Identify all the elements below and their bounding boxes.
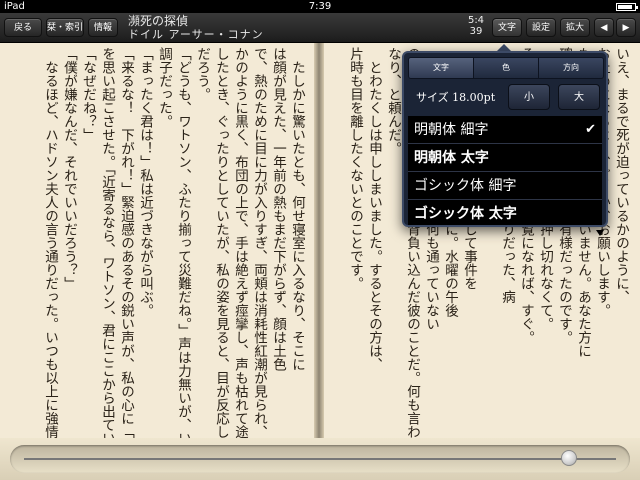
tab-direction[interactable]: 方向 [539,58,603,78]
font-option-label: 明朝体 細字 [414,122,489,138]
text-line: 調子だった。 [156,47,172,128]
prev-page-icon[interactable]: ◀ [594,18,614,37]
battery-fill [618,5,632,9]
bookmark-marker-icon [596,230,604,236]
page-current: 5:4 [467,15,485,26]
text-line: なり、と頼んだ。 [385,47,401,155]
page-slider[interactable] [10,445,630,473]
clock: 7:39 [308,1,332,12]
text-line: 「まったく君は！」私は近づきながら叫ぶ。 [137,47,153,317]
left-page-text: たしかに驚いたとも、何せ寝室に入るなり、そこに は顔が見えた、一年前の熱もまだ下が… [40,47,306,439]
book-title: 瀕死の探偵 [128,14,189,28]
page-total: 39 [469,26,483,37]
text-line: かのように黒く、布団の上で、手は絶えず痙攣し、声も枯れて途切れ途切れだった。私が… [232,47,248,438]
text-settings-popover: 文字 色 方向 サイズ 18.00pt 小 大 明朝体 細字 ✔ 明朝体 太字 … [402,51,608,227]
battery-icon [616,3,638,11]
text-line: 片時も目を離したくないとのことです。 [347,47,363,290]
text-line: したとき、ぐったりとしていたが、私の姿を見ると、目が反応したので、気づいていたの [213,47,229,438]
font-larger-button[interactable]: 大 [558,84,600,110]
back-button[interactable]: 戻る [4,18,42,37]
info-button[interactable]: 情報 [88,18,118,37]
zoom-button[interactable]: 拡大 [560,18,590,37]
left-page[interactable]: たしかに驚いたとも、何せ寝室に入るなり、そこに は顔が見えた、一年前の熱もまだ下が… [0,43,316,438]
text-line: を思い起こさせた。「近寄るなら、ワトソン、君にここから出ていってもらう。」 [99,47,115,438]
text-line: 「僕が嫌なんだ、それでいいだろう？」 [61,47,77,290]
font-option-mincho-light[interactable]: 明朝体 細字 ✔ [408,116,602,144]
text-line: 「来るな！ 下がれ！」緊迫感のあるその鋭い声が、私の心に「危篤」の二文字 [118,47,134,438]
text-line: たしかに驚いたとも、何せ寝室に入るなり、そこに [289,47,305,372]
slider-line [24,458,616,460]
page-slider-bar [0,438,640,480]
settings-button[interactable]: 設定 [526,18,556,37]
font-list: 明朝体 細字 ✔ 明朝体 太字 ゴシック体 細字 ゴシック体 太字 [408,116,602,225]
text-line: で、熱のために目に力が入りすぎ、両頬は消耗性紅潮が見られ、唇は変色した [251,47,267,438]
popover-tabs: 文字 色 方向 [408,57,604,79]
page-indicator: 5:4 39 [462,15,490,37]
text-line: は顔が見えた、一年前の熱もまだ下がらず、顔は土色 [270,47,286,371]
text-line: だろう。 [194,47,210,101]
checkmark-icon: ✔ [585,122,596,137]
book-author: ドイル アーサー・コナン [128,28,264,41]
text-line: とわたくしは申ししまいました。するとその方は、 [366,47,382,372]
next-page-icon[interactable]: ▶ [616,18,636,37]
text-line: 「なぜだね？」 [80,47,96,142]
font-option-mincho-bold[interactable]: 明朝体 太字 [408,144,602,172]
font-option-label: 明朝体 太字 [414,150,489,166]
font-option-gothic-light[interactable]: ゴシック体 細字 [408,172,602,200]
font-size-label: サイズ 18.00pt [416,91,496,104]
text-line: なるほど、ハドソン夫人の言う通りだった。いつも以上に強情だ。とはいえ、 [42,47,58,439]
reader-toolbar: 戻る 栞・索引 情報 瀕死の探偵 ドイル アーサー・コナン 5:4 39 文字 … [0,13,640,43]
bookmarks-index-button[interactable]: 栞・索引 [46,18,84,37]
font-option-label: ゴシック体 細字 [414,178,517,194]
font-option-label: ゴシック体 太字 [414,206,517,222]
font-smaller-button[interactable]: 小 [508,84,550,110]
tab-color[interactable]: 色 [474,58,539,78]
tab-text[interactable]: 文字 [409,58,474,78]
text-line: いえ、まるで死が迫っているかのように、 [613,47,629,304]
text-line: 「どうも、ワトソン、ふたり揃って災難だね。」声は力無いが、いつもの通りの [175,47,191,438]
text-settings-button[interactable]: 文字 [492,18,522,37]
page-gutter [314,43,324,438]
font-option-gothic-bold[interactable]: ゴシック体 太字 [408,200,602,225]
slider-knob[interactable] [560,450,577,466]
status-bar: iPad 7:39 [0,0,640,13]
